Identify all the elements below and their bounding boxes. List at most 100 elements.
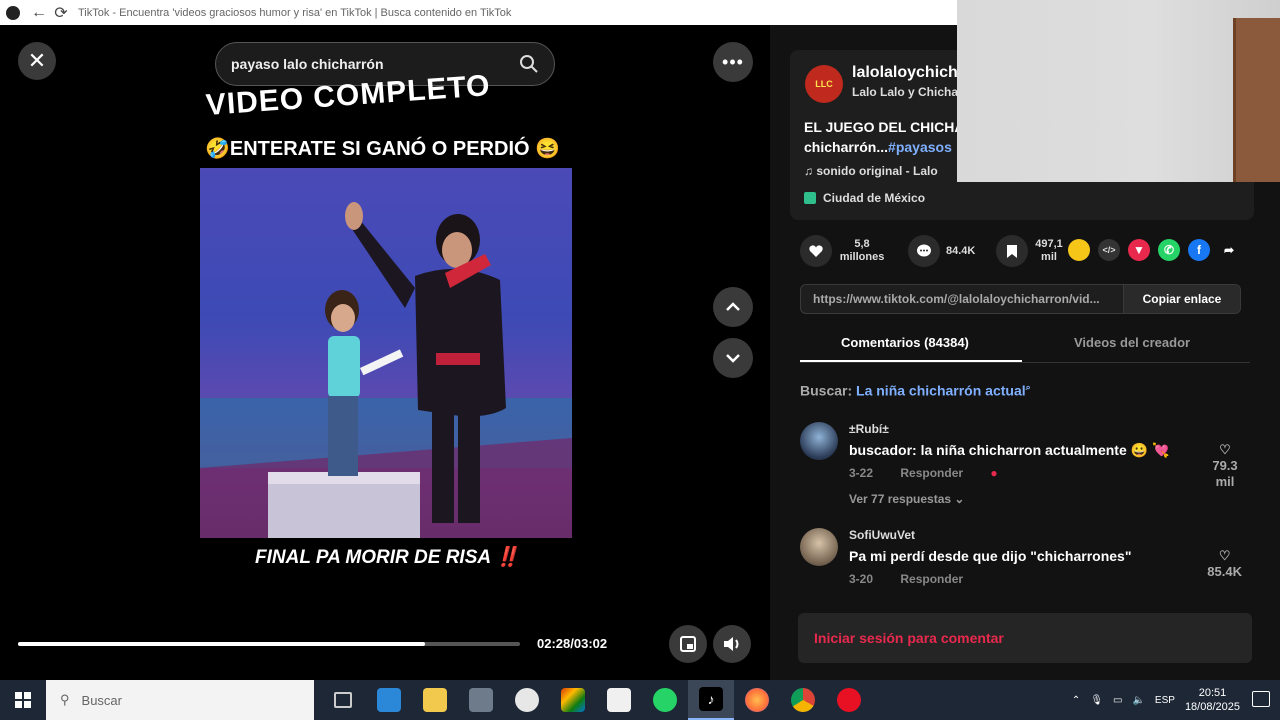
- task-view-icon[interactable]: [320, 680, 366, 720]
- reply-button[interactable]: Responder: [900, 572, 963, 586]
- tiktok-icon[interactable]: ♪: [688, 680, 734, 720]
- webcam-background-door: [1233, 18, 1280, 182]
- comment-count: 84.4K: [946, 244, 976, 257]
- view-replies-link[interactable]: Ver 77 respuestas ⌄: [849, 492, 964, 506]
- video-caption-bottom: FINAL PA MORIR DE RISA ‼️: [255, 545, 519, 569]
- like-count: 5,8 millones: [839, 238, 885, 263]
- ellipsis-icon: •••: [722, 51, 744, 72]
- commenter-avatar[interactable]: [800, 528, 838, 566]
- tab-comments[interactable]: Comentarios (84384): [841, 335, 969, 350]
- save-count: 497,1 mil: [1035, 238, 1063, 263]
- chevron-down-icon: [726, 354, 740, 363]
- author-avatar[interactable]: LLC: [805, 65, 843, 103]
- heart-outline-icon: ♡: [1219, 442, 1231, 457]
- comment-like[interactable]: ♡ 79.3 mil: [1208, 442, 1242, 490]
- chevron-up-icon: [726, 302, 740, 311]
- reply-button[interactable]: Responder: [900, 466, 963, 480]
- photos-icon[interactable]: [550, 680, 596, 720]
- clock-date: 18/08/2025: [1184, 701, 1240, 713]
- video-frame: [200, 168, 572, 538]
- store-icon[interactable]: [596, 680, 642, 720]
- embed-code-icon[interactable]: </>: [1098, 239, 1120, 261]
- send-to-friend-icon[interactable]: ▼: [1128, 239, 1150, 261]
- clock-time: 20:51: [1198, 687, 1227, 699]
- comment-like-count: 79.3 mil: [1212, 458, 1238, 489]
- music-label: sonido original - Lalo: [816, 164, 938, 178]
- share-link-url[interactable]: https://www.tiktok.com/@lalolaloychichar…: [801, 292, 1123, 306]
- taskbar-search[interactable]: ⚲ Buscar: [46, 680, 314, 720]
- recorder-icon[interactable]: [826, 680, 872, 720]
- share-icons: </> ▼ ✆ f ➦: [1068, 239, 1240, 261]
- volume-icon[interactable]: 🔈: [1132, 695, 1144, 706]
- reload-icon[interactable]: ⟳: [50, 3, 72, 23]
- bookmark-icon: [996, 235, 1028, 267]
- commenter-name[interactable]: SofiUwuVet: [849, 528, 915, 542]
- close-icon: ✕: [27, 48, 47, 73]
- search-icon[interactable]: [519, 54, 539, 74]
- reaction-icon: ●: [990, 466, 998, 480]
- language-indicator[interactable]: ESP: [1155, 695, 1175, 706]
- comment-text: buscador: la niña chicharron actualmente…: [849, 442, 1170, 458]
- comment-meta: 3-20 Responder: [849, 572, 987, 586]
- notification-center-icon[interactable]: [1252, 691, 1270, 707]
- speaker-icon: [724, 637, 739, 651]
- action-bar: 5,8 millones 84.4K 497,1 mil </> ▼ ✆ f ➦: [800, 235, 1250, 275]
- more-options-button[interactable]: •••: [713, 42, 753, 82]
- description-text: chicharrón...: [804, 139, 889, 155]
- heart-icon: [800, 235, 832, 267]
- volume-button[interactable]: [713, 625, 751, 663]
- pip-icon: [680, 636, 696, 652]
- paint-icon[interactable]: [504, 680, 550, 720]
- commenter-avatar[interactable]: [800, 422, 838, 460]
- comment-date: 3-22: [849, 466, 874, 480]
- location-tag[interactable]: Ciudad de México: [804, 191, 925, 205]
- facebook-icon[interactable]: f: [1188, 239, 1210, 261]
- comment-item: ±Rubí± buscador: la niña chicharron actu…: [800, 422, 1250, 512]
- view-replies-label: Ver 77 respuestas: [849, 492, 952, 506]
- like-action[interactable]: 5,8 millones: [800, 235, 886, 267]
- previous-video-button[interactable]: [713, 287, 753, 327]
- copy-link-button[interactable]: Copiar enlace: [1123, 285, 1240, 313]
- file-explorer-icon[interactable]: [412, 680, 458, 720]
- taskbar: ⚲ Buscar ♪ ⌃ 🎙 ▭ 🔈 ESP 20:51 18/08/2025: [0, 680, 1280, 720]
- music-info[interactable]: ♫ sonido original - Lalo: [804, 164, 938, 178]
- network-icon[interactable]: ▭: [1113, 695, 1122, 706]
- search-suggestion-query[interactable]: La niña chicharrón actual: [856, 383, 1026, 399]
- back-arrow-icon[interactable]: ←: [28, 4, 50, 22]
- calculator-icon[interactable]: [458, 680, 504, 720]
- picture-in-picture-button[interactable]: [669, 625, 707, 663]
- mail-icon[interactable]: [366, 680, 412, 720]
- next-video-button[interactable]: [713, 338, 753, 378]
- comment-text: Pa mi perdí desde que dijo "chicharrones…: [849, 548, 1132, 564]
- hashtag-link[interactable]: #payasos: [888, 139, 952, 155]
- start-button[interactable]: [0, 680, 46, 720]
- clock[interactable]: 20:51 18/08/2025: [1185, 686, 1240, 714]
- firefox-icon[interactable]: [734, 680, 780, 720]
- video-player[interactable]: payaso lalo chicharrón VIDEO COMPLETO 🤣E…: [200, 25, 572, 680]
- chevron-down-small-icon: ⌄: [954, 492, 965, 506]
- video-progress-bar[interactable]: [18, 642, 520, 646]
- system-tray: ⌃ 🎙 ▭ 🔈 ESP 20:51 18/08/2025: [1072, 680, 1240, 720]
- comment-action[interactable]: 84.4K: [908, 235, 975, 267]
- search-suggestion[interactable]: Buscar: La niña chicharrón actual⌕: [800, 382, 1031, 399]
- tab-creator-videos[interactable]: Videos del creador: [1074, 335, 1190, 350]
- video-caption-mid: 🤣ENTERATE SI GANÓ O PERDIÓ 😆: [205, 138, 561, 160]
- share-arrow-icon[interactable]: ➦: [1218, 239, 1240, 261]
- whatsapp-icon[interactable]: [642, 680, 688, 720]
- search-icon: ⚲: [60, 692, 70, 707]
- emoji-share-icon[interactable]: [1068, 239, 1090, 261]
- commenter-name[interactable]: ±Rubí±: [849, 422, 889, 436]
- chevron-up-icon[interactable]: ⌃: [1072, 695, 1080, 706]
- browser-logo-icon: [6, 5, 20, 20]
- chrome-icon[interactable]: [780, 680, 826, 720]
- taskbar-search-placeholder: Buscar: [81, 692, 122, 708]
- comment-like[interactable]: ♡ 85.4K: [1207, 548, 1242, 580]
- login-to-comment-button[interactable]: Iniciar sesión para comentar: [798, 613, 1252, 663]
- whatsapp-icon[interactable]: ✆: [1158, 239, 1180, 261]
- save-action[interactable]: 497,1 mil: [996, 235, 1064, 267]
- heart-outline-icon: ♡: [1218, 548, 1231, 563]
- close-button[interactable]: ✕: [18, 42, 56, 80]
- caption-bottom-text: FINAL PA MORIR DE RISA: [255, 547, 491, 568]
- search-small-icon: ⌕: [1025, 382, 1031, 392]
- microphone-icon[interactable]: 🎙: [1090, 695, 1103, 706]
